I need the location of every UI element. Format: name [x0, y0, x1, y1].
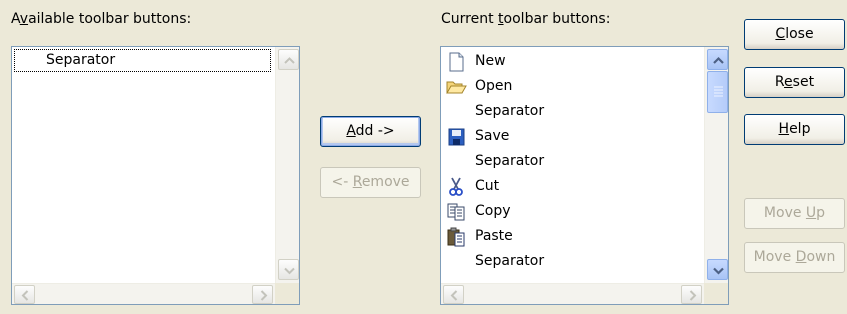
list-item-separator[interactable]: Separator [441, 149, 703, 174]
help-button[interactable]: Help [744, 114, 845, 145]
remove-button[interactable]: <- Remove [320, 167, 421, 198]
scissors-icon [449, 177, 463, 196]
chevron-down-icon [713, 267, 724, 275]
open-folder-icon [446, 81, 467, 94]
new-document-icon [449, 52, 464, 72]
list-item-label: Separator [475, 103, 545, 119]
chevron-left-icon [450, 290, 458, 301]
chevron-down-icon [284, 267, 295, 275]
chevron-right-icon [689, 290, 697, 301]
list-item-label: Cut [475, 178, 500, 194]
list-item-label: Copy [475, 203, 511, 219]
scrollbar-corner [704, 283, 728, 304]
move-up-button[interactable]: Move Up [744, 198, 845, 229]
chevron-right-icon [260, 290, 268, 301]
scroll-thumb[interactable] [707, 71, 728, 113]
scroll-down-button[interactable] [707, 259, 728, 280]
list-item[interactable]: Separator [12, 48, 273, 73]
scrollbar-corner [275, 283, 299, 304]
add-button[interactable]: Add -> [320, 116, 421, 147]
available-list-label: Available toolbar buttons: [11, 11, 192, 27]
scroll-up-button[interactable] [707, 49, 728, 70]
move-down-button[interactable]: Move Down [744, 242, 845, 273]
list-item-save[interactable]: Save [441, 124, 703, 149]
scroll-right-button[interactable] [681, 285, 702, 304]
list-item-label: Separator [475, 253, 545, 269]
list-item-label: New [475, 53, 506, 69]
list-item-separator[interactable]: Separator [441, 249, 703, 274]
vertical-scrollbar[interactable] [704, 47, 728, 283]
scroll-down-button[interactable] [278, 259, 299, 280]
available-buttons-list[interactable]: Separator [11, 46, 300, 305]
list-item-label: Open [475, 78, 513, 94]
paste-icon [447, 227, 465, 247]
chevron-up-icon [284, 57, 295, 64]
horizontal-scrollbar[interactable] [12, 283, 275, 304]
list-item-copy[interactable]: Copy [441, 199, 703, 224]
list-item-label: Paste [475, 228, 513, 244]
list-item-label: Separator [46, 52, 116, 68]
chevron-left-icon [21, 290, 29, 301]
scroll-left-button[interactable] [14, 285, 35, 304]
horizontal-scrollbar[interactable] [441, 283, 704, 304]
current-buttons-list[interactable]: New Open Separator Save Separator Cut Co… [440, 46, 729, 305]
reset-button[interactable]: Reset [744, 67, 845, 98]
list-item-new[interactable]: New [441, 49, 703, 74]
list-item-open[interactable]: Open [441, 74, 703, 99]
chevron-up-icon [713, 56, 724, 64]
list-item-cut[interactable]: Cut [441, 174, 703, 199]
scroll-up-button[interactable] [278, 49, 299, 70]
list-item-separator[interactable]: Separator [441, 99, 703, 124]
list-item-label: Separator [475, 153, 545, 169]
save-disk-icon [448, 128, 465, 146]
scroll-right-button[interactable] [252, 285, 273, 304]
scroll-left-button[interactable] [443, 285, 464, 304]
close-button[interactable]: Close [744, 19, 845, 50]
vertical-scrollbar[interactable] [275, 47, 299, 283]
copy-icon [447, 203, 465, 221]
list-item-label: Save [475, 128, 510, 144]
current-list-label: Current toolbar buttons: [441, 11, 611, 27]
grip-icon [714, 86, 723, 97]
list-item-paste[interactable]: Paste [441, 224, 703, 249]
